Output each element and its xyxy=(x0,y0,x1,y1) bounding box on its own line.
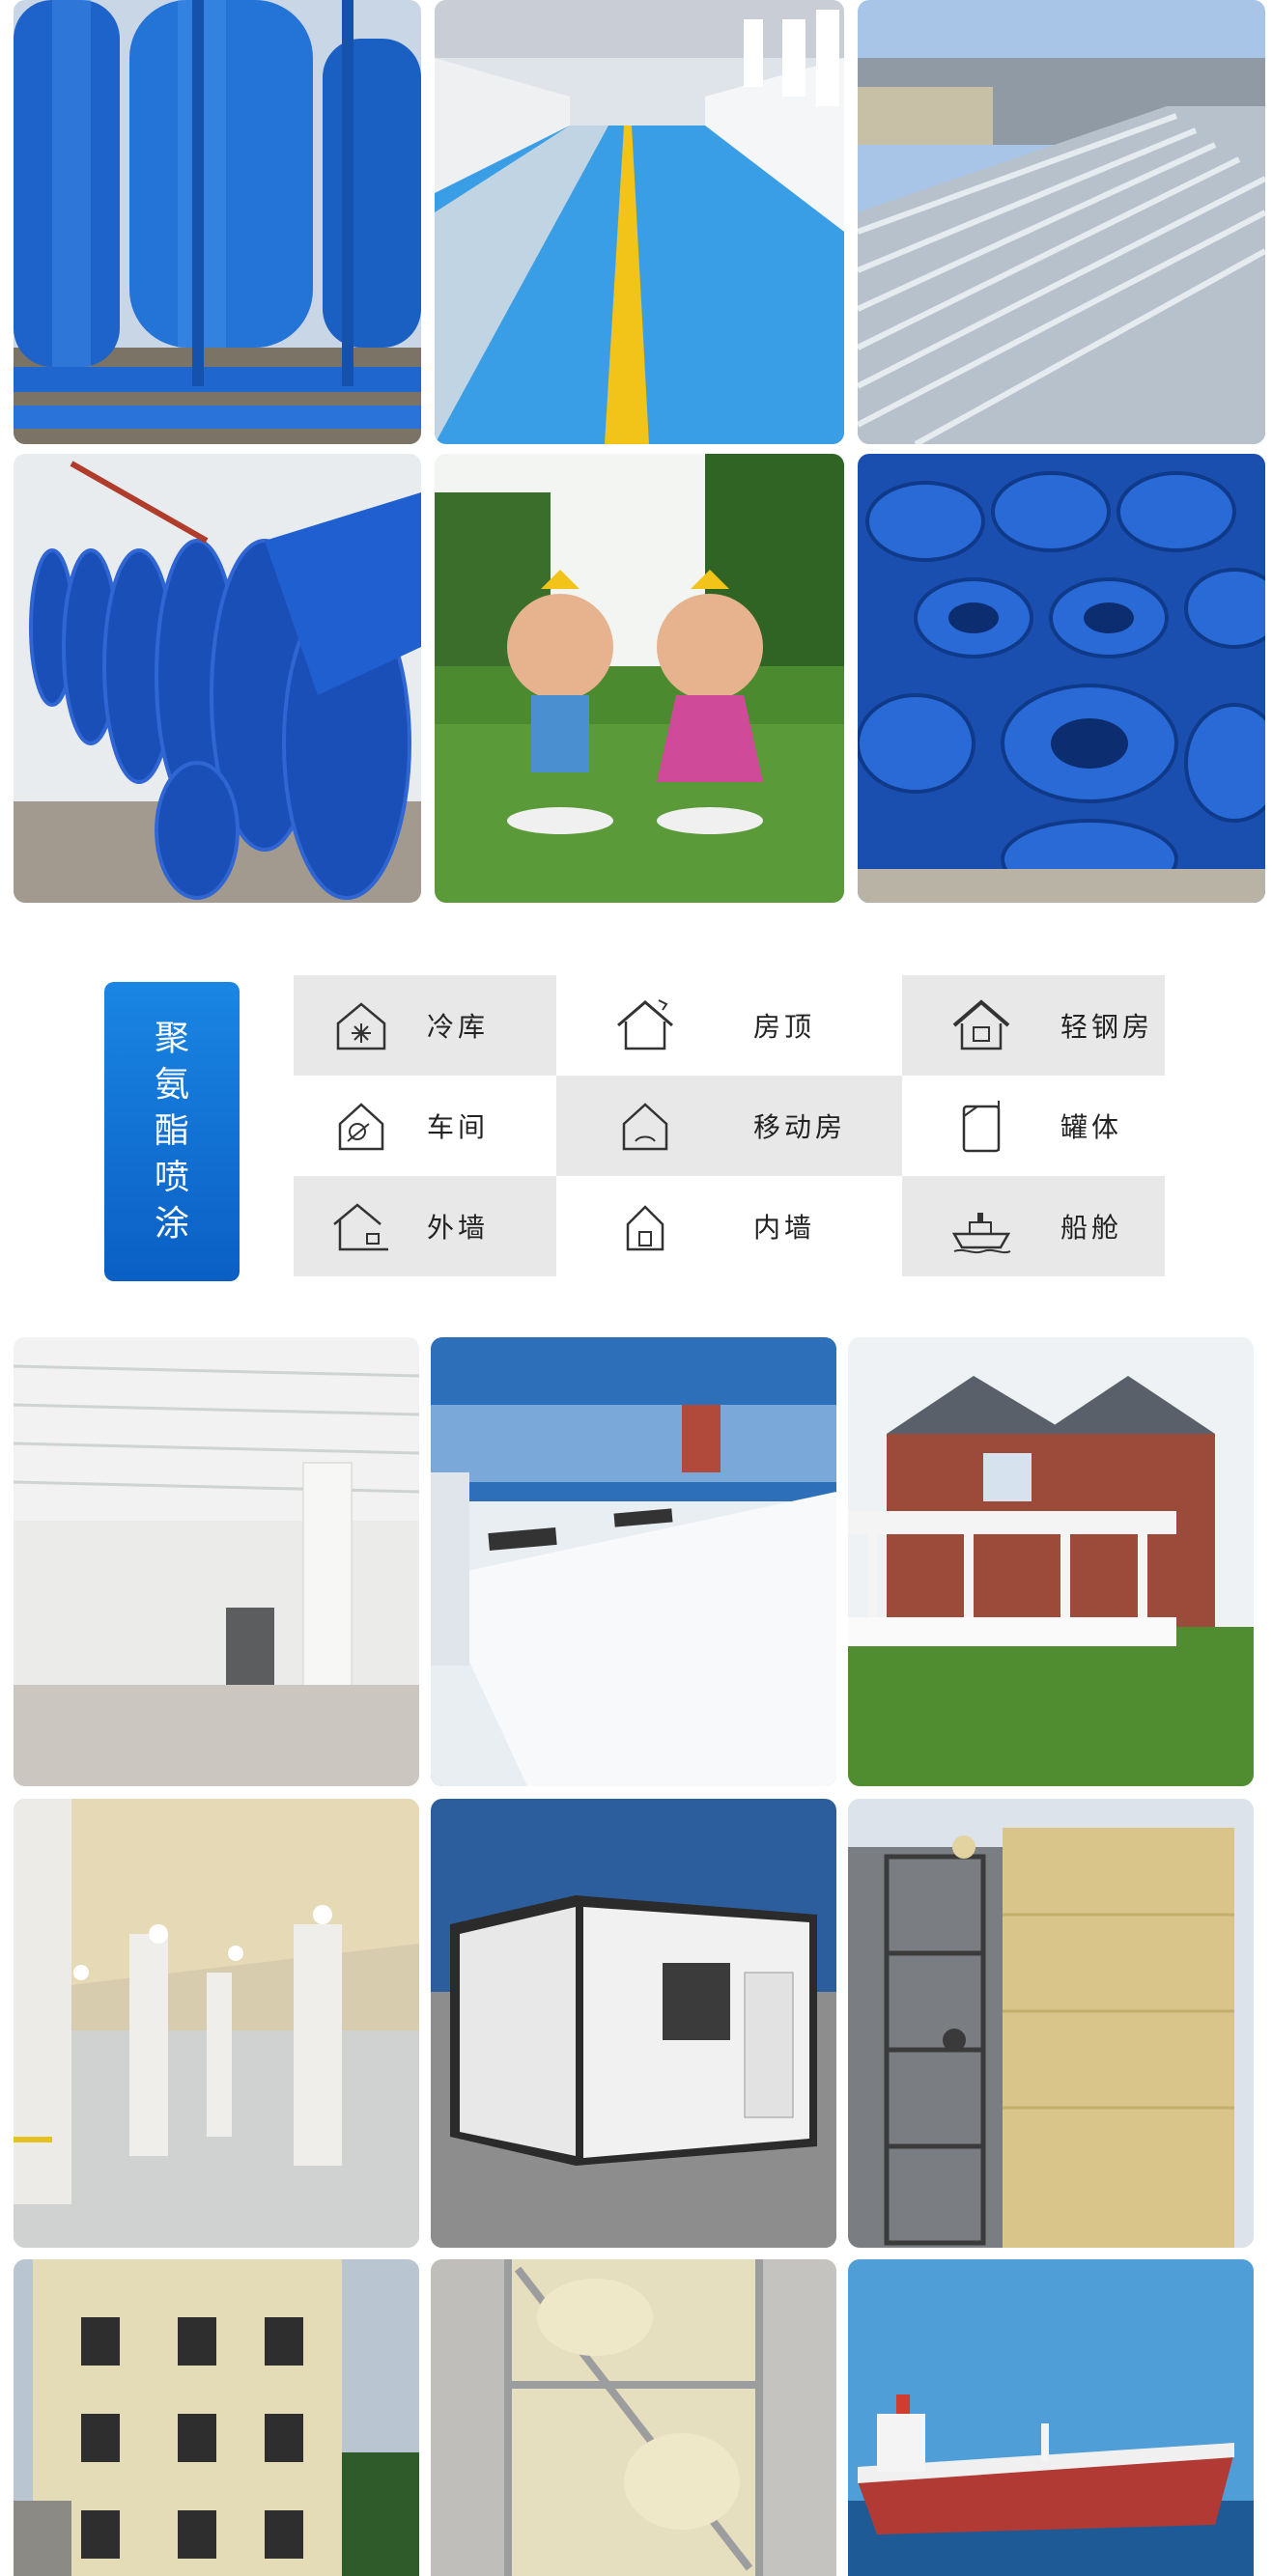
photo-metal-roof xyxy=(858,0,1265,444)
photo-ship xyxy=(848,2259,1254,2576)
photo-blue-valves xyxy=(858,454,1265,903)
interior-wall-icon xyxy=(626,1205,664,1251)
category-label: 内墙 xyxy=(753,1212,816,1244)
photo-cold-storage xyxy=(14,1337,419,1786)
category-label: 冷库 xyxy=(427,1011,490,1043)
light-steel-house-icon xyxy=(952,999,1010,1050)
workshop-icon xyxy=(338,1103,384,1151)
category-workshop[interactable]: 车间 xyxy=(294,1076,556,1176)
photo-tank-spraying xyxy=(848,1799,1254,2248)
category-ship-cabin[interactable]: 船舱 xyxy=(902,1176,1165,1276)
photo-foam-roof xyxy=(431,1337,836,1786)
category-interior-wall[interactable]: 内墙 xyxy=(556,1176,902,1276)
category-label: 车间 xyxy=(427,1111,490,1143)
category-tank[interactable]: 罐体 xyxy=(902,1076,1165,1176)
section-title: 聚氨酯喷涂 xyxy=(104,982,240,1281)
roof-icon xyxy=(617,999,673,1050)
exterior-wall-icon xyxy=(333,1203,388,1251)
ship-cabin-icon xyxy=(951,1213,1011,1254)
category-label: 移动房 xyxy=(753,1111,847,1143)
category-roof[interactable]: 房顶 xyxy=(556,975,902,1076)
tank-icon xyxy=(962,1101,1001,1153)
category-exterior-wall[interactable]: 外墙 xyxy=(294,1176,556,1276)
photo-cartoon-statues xyxy=(435,454,844,903)
section-title-text: 聚氨酯喷涂 xyxy=(154,1019,189,1244)
category-label: 轻钢房 xyxy=(1060,1011,1154,1043)
category-light-steel-house[interactable]: 轻钢房 xyxy=(902,975,1165,1076)
mobile-house-icon xyxy=(622,1103,668,1151)
category-label: 房顶 xyxy=(753,1011,816,1043)
photo-garage-ceiling xyxy=(14,1799,419,2248)
photo-house-exterior xyxy=(848,1337,1254,1786)
cold-storage-icon xyxy=(336,1002,386,1050)
category-mobile-house[interactable]: 移动房 xyxy=(556,1076,902,1176)
photo-blue-tanks xyxy=(14,0,421,444)
photo-building-wall xyxy=(14,2259,419,2576)
category-cold-storage[interactable]: 冷库 xyxy=(294,975,556,1076)
category-label: 船舱 xyxy=(1060,1212,1123,1244)
photo-foam-insulation-wall xyxy=(431,2259,836,2576)
category-label: 外墙 xyxy=(427,1212,490,1244)
photo-container-house xyxy=(431,1799,836,2248)
photo-blue-pipes xyxy=(14,454,421,903)
photo-epoxy-floor xyxy=(435,0,844,444)
category-label: 罐体 xyxy=(1060,1111,1123,1143)
